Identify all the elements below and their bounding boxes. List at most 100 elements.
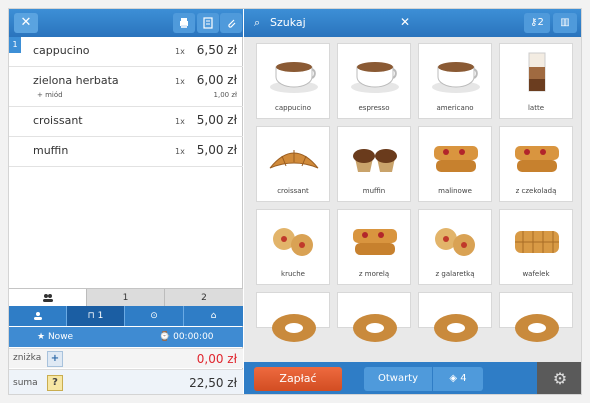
person-icon: [33, 312, 42, 320]
map-button[interactable]: ▥: [553, 13, 577, 33]
target-button[interactable]: ⊙: [125, 306, 184, 326]
bagel-icon: [272, 314, 316, 342]
tag-icon: ◈: [449, 373, 458, 384]
product-tile[interactable]: z czekoladą: [499, 126, 573, 202]
croissant-icon: [269, 150, 319, 169]
open-count-value: 4: [460, 373, 467, 384]
product-label: croissant: [277, 187, 309, 195]
product-tile[interactable]: muffin: [337, 126, 411, 202]
keys-button[interactable]: ⚷2: [524, 13, 550, 33]
product-label: espresso: [358, 104, 390, 112]
product-tile[interactable]: [337, 292, 411, 342]
product-tile[interactable]: espresso: [337, 43, 411, 119]
printer-icon[interactable]: [173, 13, 195, 33]
product-tile[interactable]: [256, 292, 330, 342]
receipt-icon[interactable]: [197, 13, 219, 33]
open-orders-button[interactable]: Otwarty: [364, 367, 432, 391]
discount-value: 0,00 zł: [196, 352, 237, 366]
order-item[interactable]: muffin 1x 5,00 zł: [9, 137, 243, 167]
order-item-price: 5,00 zł: [196, 143, 237, 157]
order-toolbar: ✕: [9, 9, 243, 37]
pay-button[interactable]: Zapłać: [254, 367, 342, 391]
order-timer: ⌚ 00:00:00: [159, 327, 214, 347]
attachment-icon[interactable]: [220, 13, 242, 33]
open-orders-count[interactable]: ◈ 4: [433, 367, 483, 391]
star-icon: ★: [37, 332, 46, 342]
tab-2[interactable]: 2: [165, 289, 243, 307]
order-item[interactable]: cappucino 1x 6,50 zł: [9, 37, 243, 67]
clear-search-button[interactable]: ✕: [400, 15, 410, 29]
target-icon: ⊙: [150, 311, 158, 321]
order-item-qty: 1x: [175, 147, 185, 156]
pos-window: ✕ 1 cappucino 1x 6,50 zł zielona herbata…: [8, 8, 582, 395]
product-tile[interactable]: [499, 292, 573, 342]
product-label: cappucino: [275, 104, 311, 112]
product-tile[interactable]: malinowe: [418, 126, 492, 202]
order-item-name: cappucino: [33, 44, 90, 57]
product-tile[interactable]: z morelą: [337, 209, 411, 285]
timer-icon: ⌚: [159, 332, 171, 342]
product-tile[interactable]: wafelek: [499, 209, 573, 285]
new-order-button[interactable]: ★ Nowe: [37, 327, 73, 347]
product-label: z morelą: [358, 270, 390, 278]
keys-count: 2: [537, 17, 544, 28]
product-label: muffin: [362, 187, 386, 195]
tab-people[interactable]: [9, 289, 87, 307]
discount-label: zniżka: [13, 353, 42, 363]
total-row: suma ? 22,50 zł: [9, 369, 243, 394]
cup-icon: [270, 62, 318, 93]
order-item[interactable]: zielona herbata + miód 1x 6,00 zł 1,00 z…: [9, 67, 243, 107]
order-item-name: zielona herbata: [33, 74, 119, 87]
waffle-icon: [515, 231, 559, 253]
product-tile[interactable]: croissant: [256, 126, 330, 202]
settings-button[interactable]: ⚙: [537, 362, 581, 394]
gear-icon: ⚙: [552, 369, 568, 388]
bag-icon: ⌂: [210, 311, 217, 321]
product-tile[interactable]: z galaretką: [418, 209, 492, 285]
bagel-icon: [434, 314, 478, 342]
product-tile[interactable]: latte: [499, 43, 573, 119]
order-actions: ⊓ 1 ⊙ ⌂: [9, 306, 243, 326]
muffin-icon: [353, 149, 397, 172]
order-item-price: 5,00 zł: [196, 113, 237, 127]
bottom-bar: Zapłać Otwarty ◈ 4 ⚙: [244, 362, 581, 394]
people-icon: [42, 294, 53, 302]
total-value: 22,50 zł: [189, 376, 237, 390]
timer-value: 00:00:00: [173, 332, 214, 342]
person-button[interactable]: [9, 306, 67, 326]
product-tile[interactable]: kruche: [256, 209, 330, 285]
table-number: 1: [97, 311, 104, 321]
table-button[interactable]: ⊓ 1: [67, 306, 125, 326]
product-label: z galaretką: [435, 270, 475, 278]
product-label: wafelek: [522, 270, 550, 278]
tab-1[interactable]: 1: [87, 289, 165, 307]
product-tile[interactable]: cappucino: [256, 43, 330, 119]
product-tile[interactable]: [418, 292, 492, 342]
order-tabs: 1 2: [9, 288, 243, 307]
bagel-icon: [353, 314, 397, 342]
pastry-icon: [515, 146, 559, 172]
order-item[interactable]: croissant 1x 5,00 zł: [9, 107, 243, 137]
total-help-button[interactable]: ?: [47, 375, 63, 391]
takeaway-button[interactable]: ⌂: [184, 306, 243, 326]
close-order-button[interactable]: ✕: [14, 13, 38, 33]
map-icon: ▥: [560, 17, 570, 28]
product-toolbar: ⌕ Szukaj ✕ ⚷2 ▥: [244, 9, 581, 37]
product-label: kruche: [281, 270, 305, 278]
search-icon: ⌕: [254, 16, 261, 29]
order-item-name: croissant: [33, 114, 83, 127]
order-item-price: 6,50 zł: [196, 43, 237, 57]
new-order-label: Nowe: [47, 332, 74, 342]
order-item-modifier-price: 1,00 zł: [213, 91, 237, 99]
order-list: 1 cappucino 1x 6,50 zł zielona herbata +…: [9, 37, 243, 167]
bagel-icon: [515, 314, 559, 342]
discount-row: zniżka + 0,00 zł: [9, 348, 243, 368]
order-item-qty: 1x: [175, 77, 185, 86]
search-placeholder: Szukaj: [270, 16, 306, 29]
pastry-icon: [434, 146, 478, 172]
search-input[interactable]: ⌕ Szukaj ✕: [254, 13, 410, 33]
add-discount-button[interactable]: +: [47, 351, 63, 367]
product-label: latte: [527, 104, 545, 112]
glass-icon: [528, 52, 546, 92]
product-tile[interactable]: americano: [418, 43, 492, 119]
